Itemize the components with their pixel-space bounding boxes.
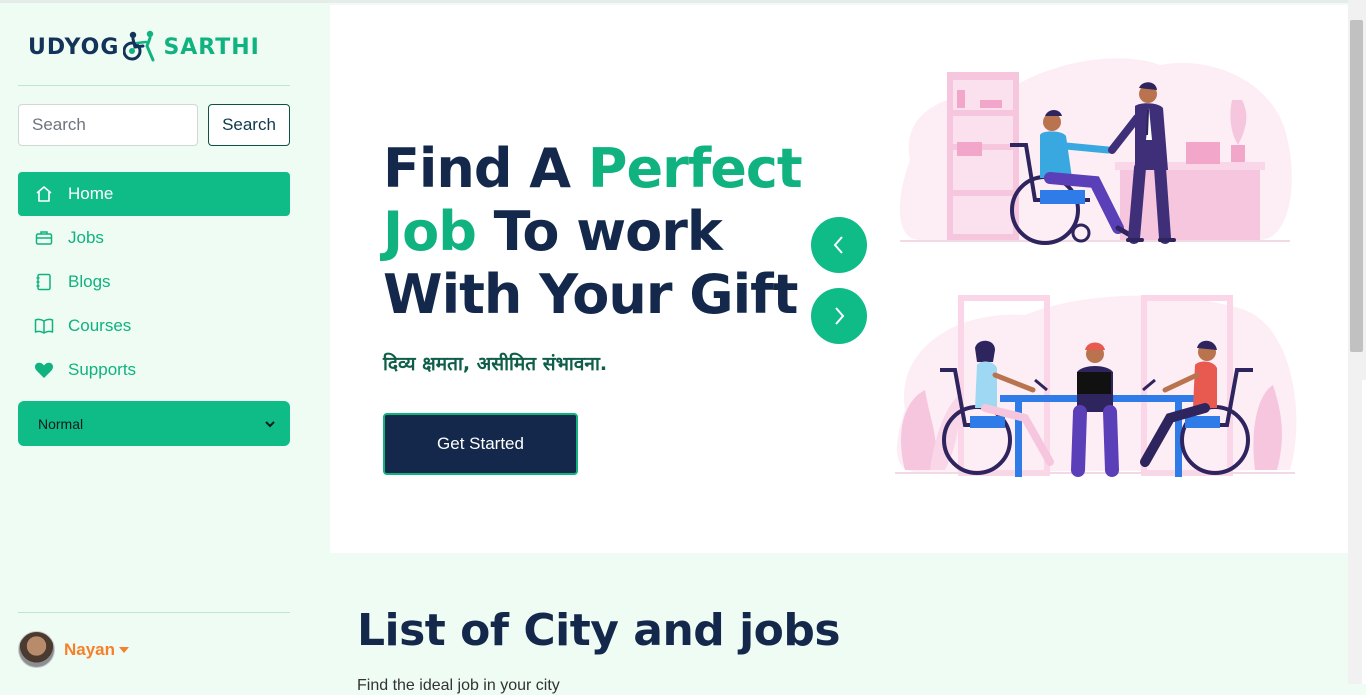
user-menu[interactable]: Nayan xyxy=(18,631,130,668)
book-open-icon xyxy=(34,316,54,336)
sidebar-item-home[interactable]: Home xyxy=(18,172,290,216)
home-icon xyxy=(34,184,54,204)
briefcase-icon xyxy=(34,228,54,248)
sidebar-item-courses[interactable]: Courses xyxy=(18,304,290,348)
section-title: List of City and jobs xyxy=(357,605,841,656)
user-name: Nayan xyxy=(64,639,116,659)
hero-subtitle: दिव्य क्षमता, असीमित संभावना. xyxy=(383,353,608,375)
sidebar-item-label: Supports xyxy=(68,360,137,379)
wheelchair-handshake-icon xyxy=(123,30,155,62)
caret-down-icon xyxy=(119,646,130,653)
hero-section: Find A Perfect Job To work With Your Gif… xyxy=(330,5,1348,553)
sidebar: UDYOG SARTHI Search Home Jobs xyxy=(0,3,330,684)
notebook-icon xyxy=(34,272,54,292)
team-table-illustration xyxy=(895,295,1297,477)
sidebar-item-blogs[interactable]: Blogs xyxy=(18,260,290,304)
hero-title-part1: Find A xyxy=(383,137,588,200)
get-started-button[interactable]: Get Started xyxy=(383,413,578,475)
sidebar-nav: Home Jobs Blogs Courses Supports xyxy=(18,172,290,392)
brand-word-1: UDYOG xyxy=(28,34,120,60)
chevron-right-icon xyxy=(835,307,845,325)
sidebar-item-jobs[interactable]: Jobs xyxy=(18,216,290,260)
heart-icon xyxy=(34,360,54,380)
sidebar-item-label: Jobs xyxy=(68,228,104,247)
brand-logo[interactable]: UDYOG SARTHI xyxy=(28,25,260,69)
chevron-left-icon xyxy=(833,236,843,254)
hero-title: Find A Perfect Job To work With Your Gif… xyxy=(383,137,823,326)
mode-select[interactable]: Normal xyxy=(18,401,290,446)
search-button[interactable]: Search xyxy=(208,104,290,146)
sidebar-item-label: Home xyxy=(68,184,114,203)
mode-select-value: Normal xyxy=(38,415,84,432)
sidebar-item-label: Courses xyxy=(68,316,132,335)
sidebar-item-label: Blogs xyxy=(68,272,111,291)
scrollbar-thumb[interactable] xyxy=(1350,20,1363,352)
sidebar-divider-top xyxy=(18,85,290,86)
chevron-down-icon xyxy=(265,420,275,427)
search-input[interactable] xyxy=(18,104,198,146)
carousel-next-button[interactable] xyxy=(811,288,867,344)
sidebar-divider-bottom xyxy=(18,612,290,613)
brand-word-2: SARTHI xyxy=(163,34,260,60)
section-subtitle: Find the ideal job in your city xyxy=(357,677,560,694)
avatar xyxy=(18,631,55,668)
handshake-illustration xyxy=(899,58,1292,245)
sidebar-item-supports[interactable]: Supports xyxy=(18,348,290,392)
carousel-prev-button[interactable] xyxy=(811,217,867,273)
window-edge xyxy=(1362,380,1366,684)
